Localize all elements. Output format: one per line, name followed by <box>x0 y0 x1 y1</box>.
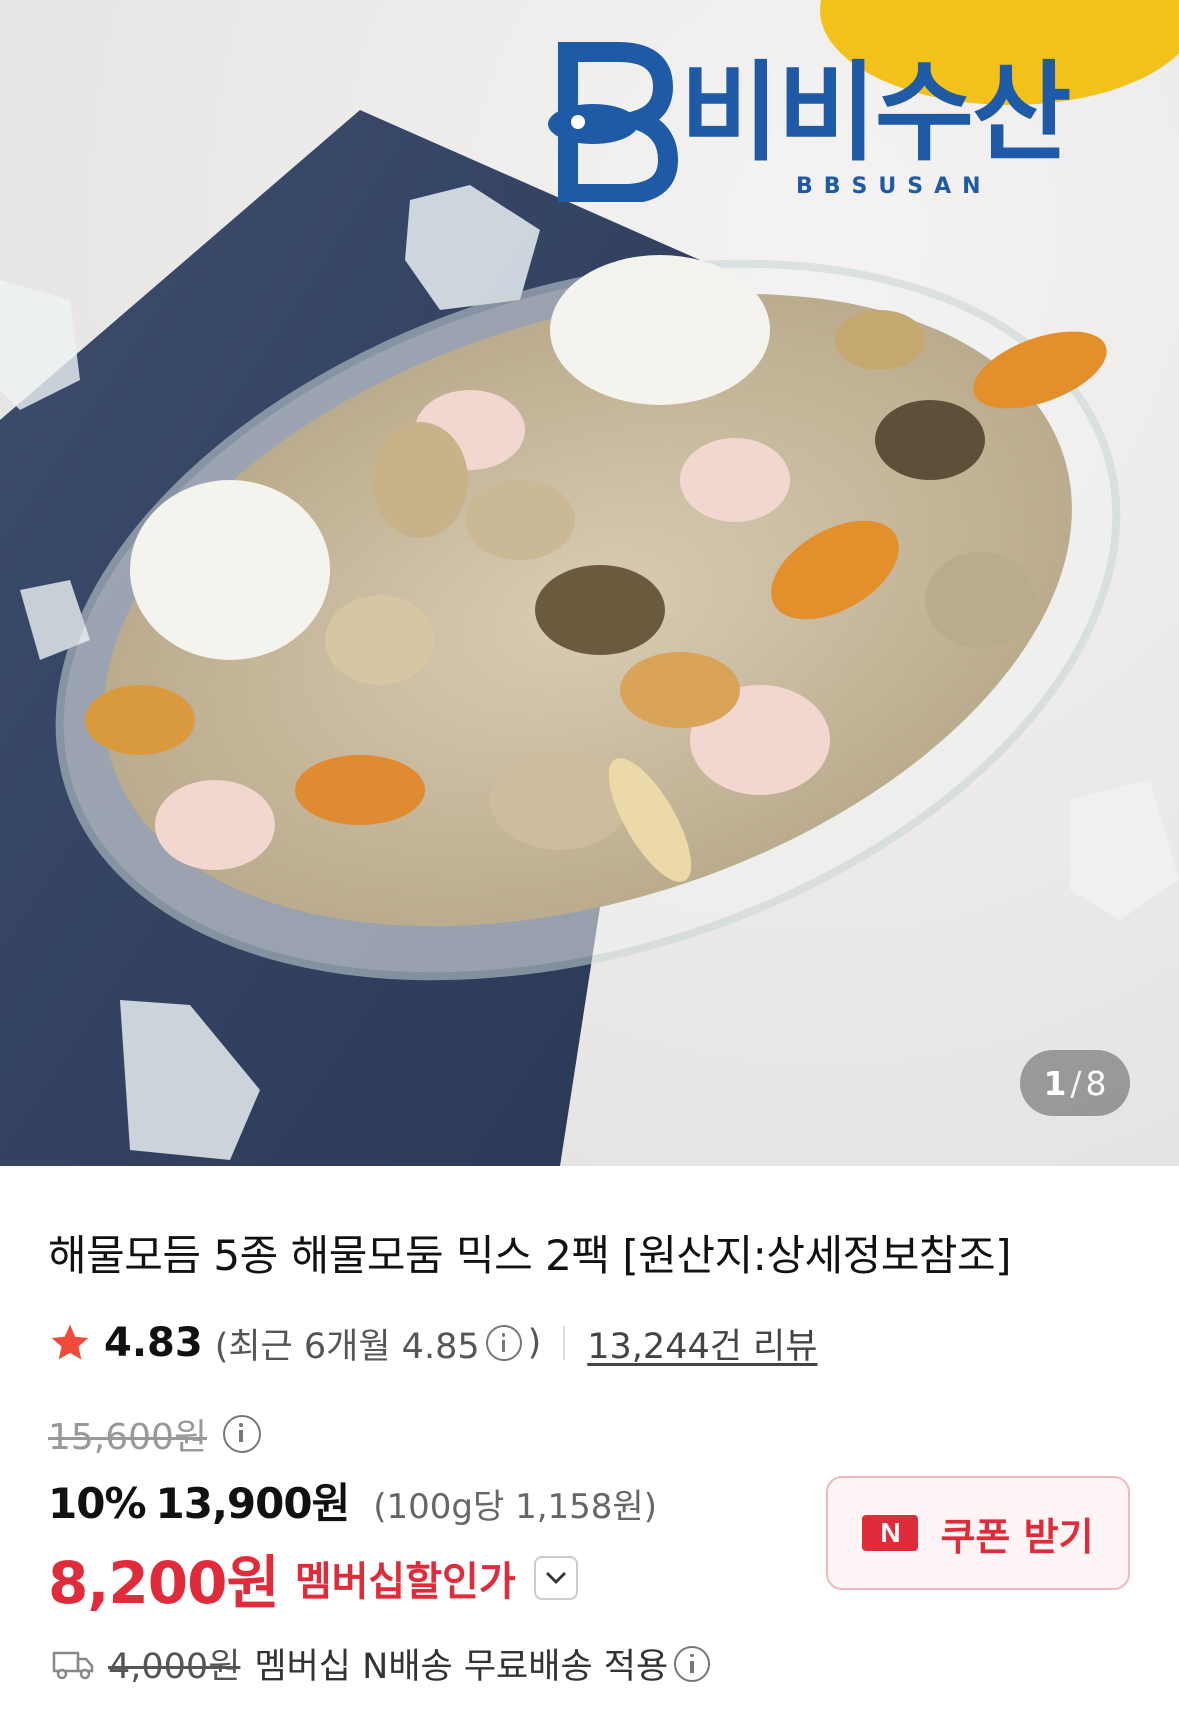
brand-b-fish-icon <box>548 42 678 202</box>
recent-rating-close: ) <box>527 1323 542 1363</box>
shipping-benefit-text: 멤버십 N배송 무료배송 적용 <box>254 1647 669 1687</box>
divider <box>563 1326 566 1360</box>
shipping-row: 4,000원 멤버십 N배송 무료배송 적용 <box>52 1638 716 1689</box>
price-info-icon[interactable] <box>223 1415 262 1453</box>
chevron-down-icon <box>545 1572 566 1584</box>
original-price: 15,600원 <box>48 1417 208 1458</box>
image-counter-separator: / <box>1070 1063 1082 1103</box>
shipping-info-icon[interactable] <box>674 1645 711 1682</box>
recent-rating-text: (최근 6개월 4.85 <box>214 1326 480 1367</box>
rating-row: 4.83 (최근 6개월 4.85 ) 13,244건 리뷰 <box>48 1318 817 1368</box>
discount-rate: 10% <box>48 1479 147 1528</box>
member-price-label: 멤버십할인가 <box>294 1559 516 1605</box>
product-title: 해물모듬 5종 해물모둠 믹스 2팩 [원산지:상세정보참조] <box>48 1231 1012 1280</box>
star-icon <box>51 1324 89 1360</box>
recent-rating: (최근 6개월 4.85 ) <box>215 1318 542 1369</box>
review-count-link[interactable]: 13,244건 리뷰 <box>587 1318 817 1369</box>
member-price: 8,200원 <box>48 1549 280 1617</box>
image-counter-total: 8 <box>1085 1063 1107 1103</box>
brand-name: 비비수산 <box>680 51 1071 176</box>
get-coupon-button[interactable]: N 쿠폰 받기 <box>826 1476 1130 1590</box>
original-price-row: 15,600원 <box>48 1408 267 1460</box>
image-counter: 1 / 8 <box>1020 1050 1130 1116</box>
brand-logo: 비비수산 BBSUSAN <box>538 42 1108 212</box>
sale-price-row: 10% 13,900원 (100g당 1,158원) <box>48 1470 657 1531</box>
shipping-original-fee: 4,000원 <box>108 1647 241 1687</box>
truck-icon <box>52 1651 94 1679</box>
coupon-button-label: 쿠폰 받기 <box>940 1514 1094 1559</box>
sale-price: 13,900원 <box>155 1479 351 1528</box>
image-counter-current: 1 <box>1043 1063 1067 1103</box>
brand-subname: BBSUSAN <box>796 174 992 199</box>
member-price-row: 8,200원 멤버십할인가 <box>48 1536 578 1620</box>
info-icon[interactable] <box>485 1325 522 1361</box>
rating-score: 4.83 <box>104 1320 203 1366</box>
unit-price: (100g당 1,158원) <box>373 1487 657 1527</box>
member-price-dropdown[interactable] <box>533 1556 578 1600</box>
naver-n-icon: N <box>862 1515 919 1551</box>
product-image-carousel[interactable]: 비비수산 BBSUSAN 1 / 8 <box>0 0 1179 1166</box>
